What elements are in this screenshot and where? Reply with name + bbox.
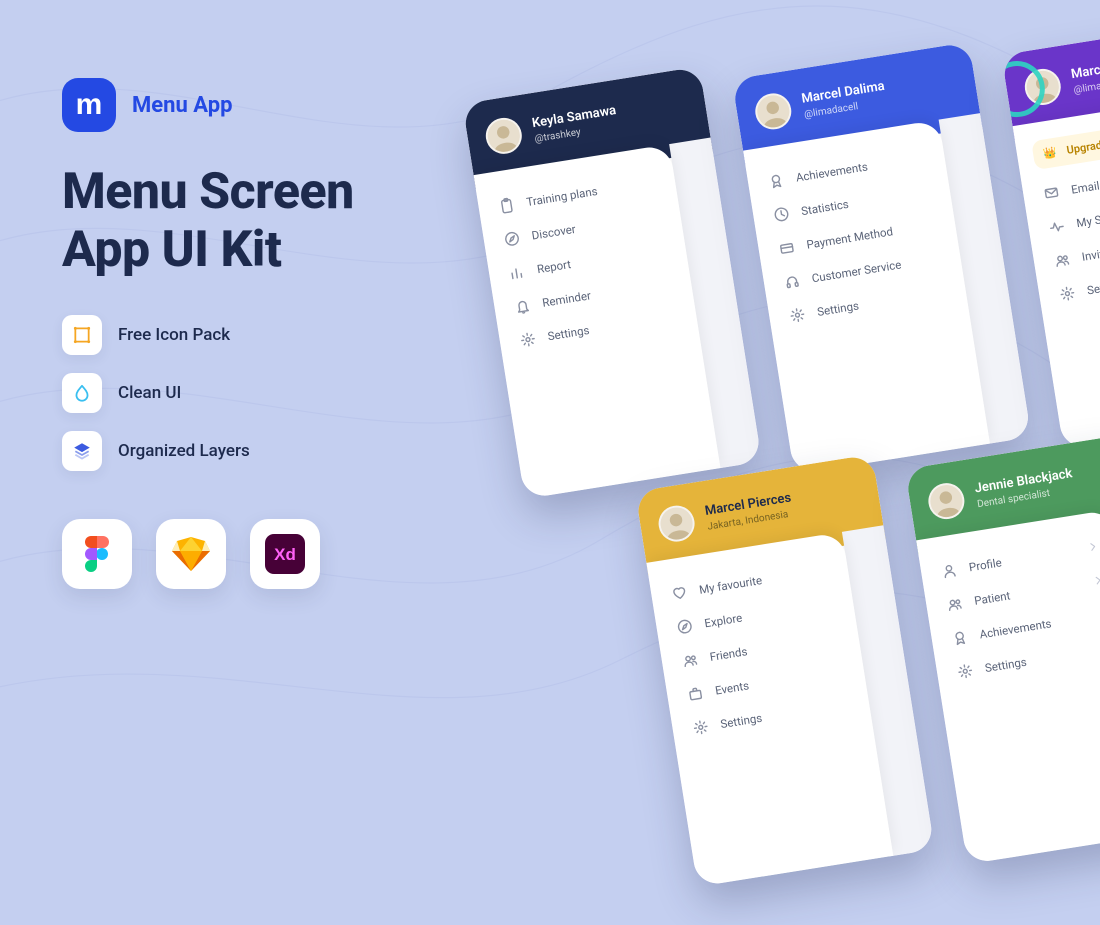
icon-pack-icon	[62, 315, 102, 355]
feature-organized-layers: Organized Layers	[62, 431, 482, 471]
menu-item-label: Profile	[968, 555, 1003, 574]
brand-logo: m	[62, 78, 116, 132]
menu-item-label: Settings	[816, 299, 860, 319]
feature-label: Clean UI	[118, 383, 181, 403]
compass-icon	[503, 230, 521, 248]
avatar	[656, 503, 697, 544]
gear-icon	[788, 306, 806, 324]
avatar	[926, 481, 967, 522]
figma-logo	[62, 519, 132, 589]
phone-yellow: Marcel Pierces Jakarta, Indonesia My fav…	[635, 454, 935, 887]
briefcase-icon	[686, 685, 704, 703]
chevron-right-icon	[1092, 573, 1100, 590]
user-name: Marcel Dalima	[1070, 56, 1100, 83]
menu-item-label: Settings	[547, 323, 591, 343]
menu-item-label: Payment Method	[805, 224, 893, 251]
menu-item-label: Explore	[703, 611, 743, 631]
layers-icon	[62, 431, 102, 471]
menu-item-label: Settings	[1086, 277, 1100, 297]
feature-clean-ui: Clean UI	[62, 373, 482, 413]
medal-icon	[951, 629, 969, 647]
brand-logo-glyph: m	[76, 90, 103, 120]
users-icon	[681, 651, 699, 669]
tool-logos-row: Xd	[62, 519, 482, 589]
phone-blue: Marcel Dalima @limadacell AchievementsSt…	[732, 42, 1032, 475]
menu-item-label: My Statistics	[1075, 206, 1100, 230]
clipboard-icon	[498, 196, 516, 214]
compass-icon	[676, 617, 694, 635]
svg-text:Xd: Xd	[274, 545, 296, 564]
bell-icon	[514, 297, 532, 315]
menu-item-label: Discover	[531, 222, 577, 243]
headline: Menu Screen App UI Kit	[62, 164, 482, 279]
menu-item-label: Training plans	[525, 184, 598, 209]
phones-stage: Keyla Samawa @trashkey Training plansDis…	[449, 0, 1100, 797]
heart-icon	[670, 584, 688, 602]
menu-item-label: My favourite	[698, 573, 763, 597]
medal-icon	[767, 172, 785, 190]
gear-icon	[519, 330, 537, 348]
menu-item-label: Achievements	[795, 159, 869, 184]
menu-sheet: 👑 Upgrade to Pro Email My Statistics Invit…	[1013, 95, 1100, 450]
upgrade-label: Upgrade to Pro	[1066, 133, 1100, 157]
avatar	[753, 91, 794, 132]
droplet-icon	[62, 373, 102, 413]
users-icon	[945, 595, 963, 613]
headset-icon	[783, 272, 801, 290]
avatar	[1022, 66, 1063, 107]
brand-row: m Menu App	[62, 78, 482, 132]
adobe-xd-logo: Xd	[250, 519, 320, 589]
features-list: Free Icon Pack Clean UI Organized Layers	[62, 315, 482, 471]
crown-icon: 👑	[1042, 146, 1058, 161]
bar-chart-icon	[508, 263, 526, 281]
card-icon	[778, 239, 796, 257]
menu-item-label: Friends	[709, 644, 749, 664]
menu-item-label: Reminder	[541, 288, 591, 309]
feature-label: Organized Layers	[118, 441, 250, 461]
menu-item-label: Report	[536, 257, 572, 276]
menu-item-label: Customer Service	[811, 257, 902, 285]
menu-item-label: Email	[1070, 178, 1100, 196]
menu-item-label: Achievements	[979, 616, 1053, 641]
user-icon	[940, 561, 958, 579]
feature-label: Free Icon Pack	[118, 325, 230, 345]
menu-item-label: Invite Friends	[1081, 239, 1100, 264]
phone-green: Jennie Blackjack Dental specialist Profi…	[905, 432, 1100, 865]
gear-icon	[692, 718, 710, 736]
clock-icon	[772, 205, 790, 223]
menu-item-label: Events	[714, 678, 750, 697]
upgrade-banner[interactable]: 👑 Upgrade to Pro	[1031, 115, 1100, 170]
feature-icon-pack: Free Icon Pack	[62, 315, 482, 355]
brand-name: Menu App	[132, 93, 232, 118]
gear-icon	[1058, 284, 1076, 302]
menu-item-label: Settings	[719, 711, 763, 731]
gear-icon	[956, 662, 974, 680]
menu-item-label: Patient	[973, 588, 1011, 607]
mail-icon	[1042, 184, 1060, 202]
sketch-logo	[156, 519, 226, 589]
activity-icon	[1048, 217, 1066, 235]
users-icon	[1053, 251, 1071, 269]
menu-item-label: Statistics	[800, 197, 849, 218]
phone-navy: Keyla Samawa @trashkey Training plansDis…	[462, 66, 762, 499]
menu-sheet: Profile Patient Achievements Settings	[916, 509, 1100, 864]
menu-item-label: Settings	[984, 655, 1028, 675]
avatar	[483, 115, 524, 156]
chevron-right-icon	[1086, 539, 1100, 556]
